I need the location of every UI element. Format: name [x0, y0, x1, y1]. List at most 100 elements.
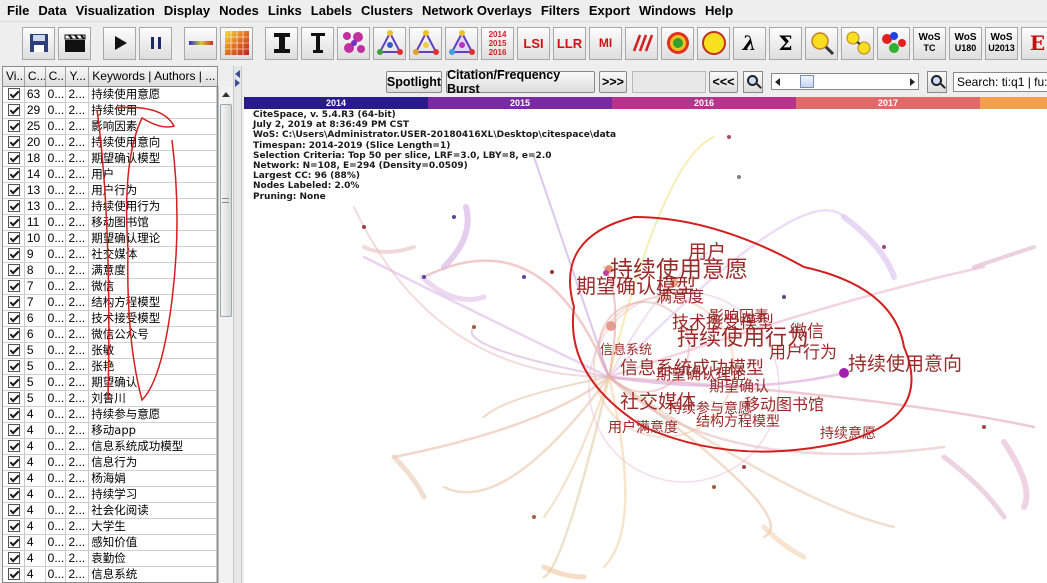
visible-cell[interactable] — [3, 103, 25, 118]
keyword-cell[interactable]: 用户行为 — [89, 183, 217, 198]
visible-checkbox[interactable] — [8, 536, 20, 548]
node-label[interactable]: 结构方程模型 — [696, 415, 780, 429]
visible-cell[interactable] — [3, 391, 25, 406]
visible-cell[interactable] — [3, 439, 25, 454]
menu-data[interactable]: Data — [35, 3, 72, 18]
visible-cell[interactable] — [3, 471, 25, 486]
clapper-button[interactable] — [58, 26, 91, 60]
visible-checkbox[interactable] — [8, 424, 20, 436]
menu-visualization[interactable]: Visualization — [73, 3, 161, 18]
table-row[interactable]: 29 0... 2... 持续使用 — [3, 103, 217, 119]
keyword-cell[interactable]: 刘鲁川 — [89, 391, 217, 406]
color-bar-button[interactable] — [184, 26, 217, 60]
node-label[interactable]: 持续使用意向 — [848, 355, 962, 374]
visible-cell[interactable] — [3, 311, 25, 326]
visible-cell[interactable] — [3, 279, 25, 294]
year-button[interactable]: 2014 2015 2016 — [481, 26, 514, 60]
menu-display[interactable]: Display — [161, 3, 216, 18]
spotlight-button[interactable]: Spotlight — [386, 71, 442, 93]
visible-checkbox[interactable] — [8, 120, 20, 132]
visible-cell[interactable] — [3, 327, 25, 342]
node-label[interactable]: 用户满意度 — [608, 421, 678, 435]
visible-checkbox[interactable] — [8, 312, 20, 324]
visible-cell[interactable] — [3, 503, 25, 518]
menu-clusters[interactable]: Clusters — [358, 3, 419, 18]
wos-u2013-button[interactable]: WoS U2013 — [985, 26, 1018, 60]
visible-checkbox[interactable] — [8, 232, 20, 244]
triangle-network-2-button[interactable] — [409, 26, 442, 60]
cluster-nodes-button[interactable] — [337, 26, 370, 60]
keyword-cell[interactable]: 感知价值 — [89, 535, 217, 550]
scrollbar-thumb[interactable] — [220, 104, 232, 317]
back-button[interactable]: <<< — [709, 71, 738, 93]
visible-cell[interactable] — [3, 247, 25, 262]
visible-checkbox[interactable] — [8, 552, 20, 564]
menu-nodes[interactable]: Nodes — [216, 3, 265, 18]
table-row[interactable]: 8 0... 2... 满意度 — [3, 263, 217, 279]
table-row[interactable]: 18 0... 2... 期望确认模型 — [3, 151, 217, 167]
table-row[interactable]: 10 0... 2... 期望确认理论 — [3, 231, 217, 247]
ring-button[interactable] — [661, 26, 694, 60]
visible-cell[interactable] — [3, 167, 25, 182]
visible-checkbox[interactable] — [8, 360, 20, 372]
table-row[interactable]: 13 0... 2... 持续使用行为 — [3, 199, 217, 215]
menu-help[interactable]: Help — [702, 3, 739, 18]
visible-checkbox[interactable] — [8, 184, 20, 196]
visible-cell[interactable] — [3, 359, 25, 374]
keyword-cell[interactable]: 结构方程模型 — [89, 295, 217, 310]
table-scrollbar[interactable] — [218, 86, 233, 583]
table-row[interactable]: 5 0... 2... 刘鲁川 — [3, 391, 217, 407]
keyword-cell[interactable]: 信息行为 — [89, 455, 217, 470]
table-row[interactable]: 4 0... 2... 袁勤俭 — [3, 551, 217, 567]
menu-file[interactable]: File — [4, 3, 35, 18]
table-row[interactable]: 4 0... 2... 持续参与意愿 — [3, 407, 217, 423]
menu-export[interactable]: Export — [586, 3, 636, 18]
llr-button[interactable]: LLR — [553, 26, 586, 60]
visible-checkbox[interactable] — [8, 472, 20, 484]
menu-links[interactable]: Links — [265, 3, 308, 18]
color-grid-button[interactable] — [220, 26, 253, 60]
visible-cell[interactable] — [3, 519, 25, 534]
play-button[interactable] — [103, 26, 136, 60]
zoom-out-button[interactable] — [743, 71, 763, 93]
header-count[interactable]: C... — [25, 67, 46, 86]
keyword-cell[interactable]: 袁勤俭 — [89, 551, 217, 566]
visible-cell[interactable] — [3, 135, 25, 150]
slider-left-icon[interactable] — [775, 78, 780, 86]
keyword-cell[interactable]: 微信 — [89, 279, 217, 294]
keyword-cell[interactable]: 持续使用 — [89, 103, 217, 118]
triangle-network-3-button[interactable] — [445, 26, 478, 60]
network-canvas[interactable]: 2014 2015 2016 2017 CiteSpace, v. 5.4.R3… — [244, 97, 1047, 583]
visible-checkbox[interactable] — [8, 440, 20, 452]
search-node-button[interactable] — [805, 26, 838, 60]
keyword-cell[interactable]: 移动图书馆 — [89, 215, 217, 230]
save-button[interactable] — [22, 26, 55, 60]
wos-tc-button[interactable]: WoS TC — [913, 26, 946, 60]
visible-cell[interactable] — [3, 487, 25, 502]
table-row[interactable]: 14 0... 2... 用户 — [3, 167, 217, 183]
sigma-button[interactable]: Σ — [769, 26, 802, 60]
menu-filters[interactable]: Filters — [538, 3, 586, 18]
keyword-cell[interactable]: 用户 — [89, 167, 217, 182]
search-input[interactable]: Search: ti:q1 | fu: — [953, 72, 1047, 92]
visible-checkbox[interactable] — [8, 408, 20, 420]
menu-labels[interactable]: Labels — [308, 3, 358, 18]
text-cursor-bold-button[interactable] — [265, 26, 298, 60]
visible-checkbox[interactable] — [8, 248, 20, 260]
slashes-button[interactable] — [625, 26, 658, 60]
burst-button[interactable]: Citation/Frequency Burst — [446, 68, 595, 96]
visible-cell[interactable] — [3, 119, 25, 134]
multi-color-nodes-button[interactable] — [877, 26, 910, 60]
table-row[interactable]: 6 0... 2... 技术接受模型 — [3, 311, 217, 327]
keyword-cell[interactable]: 技术接受模型 — [89, 311, 217, 326]
visible-cell[interactable] — [3, 567, 25, 582]
scroll-up-icon[interactable] — [222, 92, 230, 97]
keyword-cell[interactable]: 社会化阅读 — [89, 503, 217, 518]
keyword-cell[interactable]: 张艳 — [89, 359, 217, 374]
visible-checkbox[interactable] — [8, 216, 20, 228]
visible-checkbox[interactable] — [8, 568, 20, 580]
table-row[interactable]: 4 0... 2... 信息系统 — [3, 567, 217, 582]
table-row[interactable]: 4 0... 2... 杨海娟 — [3, 471, 217, 487]
visible-checkbox[interactable] — [8, 504, 20, 516]
keyword-cell[interactable]: 期望确认理论 — [89, 231, 217, 246]
